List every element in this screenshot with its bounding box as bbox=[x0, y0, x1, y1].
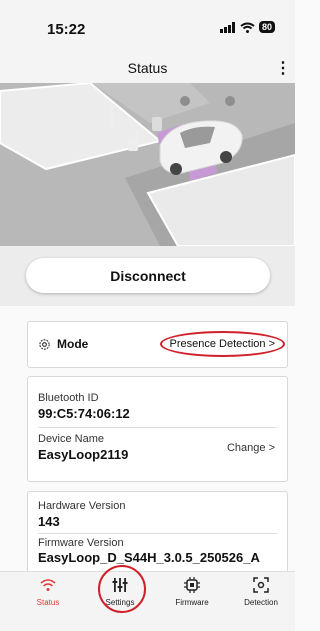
parking-scene-illustration bbox=[0, 83, 295, 246]
firmware-version-label: Firmware Version bbox=[38, 537, 124, 549]
detection-icon bbox=[231, 576, 291, 598]
bluetooth-id-value: 99:C5:74:06:12 bbox=[38, 406, 130, 421]
tab-firmware-label: Firmware bbox=[175, 598, 209, 607]
status-bar: 15:22 80 bbox=[0, 0, 295, 38]
clock: 15:22 bbox=[47, 21, 86, 38]
hero-illustration bbox=[0, 83, 295, 246]
nav-bar: Status ⋮ bbox=[0, 38, 295, 83]
mode-label: Mode bbox=[57, 337, 89, 351]
version-card: Hardware Version 143 Firmware Version Ea… bbox=[27, 491, 288, 578]
settings-highlight-ring bbox=[98, 565, 146, 613]
disconnect-button[interactable]: Disconnect bbox=[26, 258, 270, 293]
hardware-version-value: 143 bbox=[38, 514, 60, 529]
page-title: Status bbox=[127, 60, 168, 76]
device-name-value: EasyLoop2119 bbox=[38, 447, 129, 462]
wifi-icon bbox=[18, 576, 78, 598]
gear-icon bbox=[39, 338, 50, 350]
hardware-version-label: Hardware Version bbox=[38, 500, 126, 512]
wifi-status-icon bbox=[240, 22, 255, 33]
connection-card: Bluetooth ID 99:C5:74:06:12 Device Name … bbox=[27, 376, 288, 482]
mode-value[interactable]: Presence Detection > bbox=[159, 331, 285, 357]
firmware-version-value: EasyLoop_D_S44H_3.0.5_250526_A bbox=[38, 550, 260, 565]
mode-row: Mode bbox=[38, 337, 88, 351]
more-vertical-icon[interactable]: ⋮ bbox=[275, 58, 291, 78]
tab-status-label: Status bbox=[36, 598, 60, 607]
bluetooth-id-label: Bluetooth ID bbox=[38, 392, 99, 404]
tab-bar: Status Settings Firmware Detection bbox=[0, 565, 295, 631]
tab-detection-label: Detection bbox=[244, 598, 278, 607]
action-area: Disconnect bbox=[0, 246, 295, 306]
device-name-label: Device Name bbox=[38, 433, 105, 445]
device-info: Mode Presence Detection > Bluetooth ID 9… bbox=[0, 306, 295, 578]
signal-icon bbox=[219, 21, 235, 33]
battery-indicator: 80 bbox=[258, 21, 275, 33]
tab-detection[interactable]: Detection bbox=[231, 576, 291, 607]
tab-status[interactable]: Status bbox=[18, 576, 78, 607]
status-icons: 80 bbox=[219, 21, 275, 33]
divider bbox=[38, 427, 277, 428]
mode-card[interactable]: Mode Presence Detection > bbox=[27, 321, 288, 368]
chip-icon bbox=[162, 576, 222, 598]
divider bbox=[38, 533, 277, 534]
tab-firmware[interactable]: Firmware bbox=[162, 576, 222, 607]
change-name-button[interactable]: Change > bbox=[227, 442, 275, 454]
